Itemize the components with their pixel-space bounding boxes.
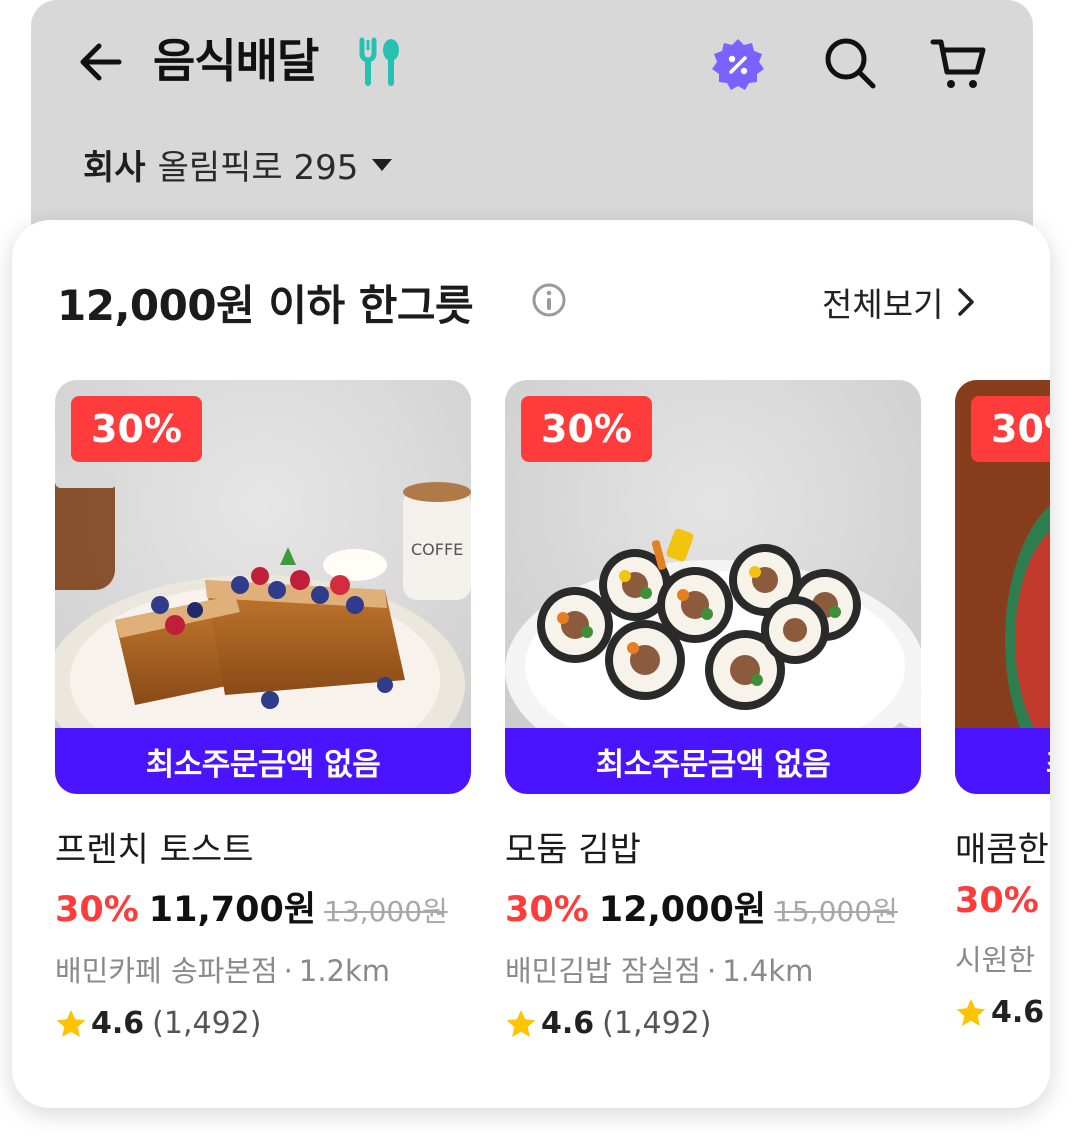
store-info: 배민김밥 잠실점 · 1.4km <box>505 948 921 990</box>
price-discount: 30% <box>55 890 139 930</box>
product-card[interactable]: 30% 최소주문금액 없음 매콤한 30% 시원한 4.6 <box>955 380 1050 1030</box>
product-name[interactable]: 모둠 김밥 <box>505 822 921 871</box>
discount-badge: 30% <box>71 396 202 462</box>
product-card[interactable]: COFFE 30% 최소주문금액 없음 프렌치 토스트 30% 11,700원 … <box>55 380 471 1041</box>
rating-score: 4.6 <box>91 1006 145 1041</box>
separator-dot: · <box>706 954 717 988</box>
product-name[interactable]: 프렌치 토스트 <box>55 822 471 871</box>
address-selector[interactable]: 회사 올림픽로 295 <box>83 140 393 189</box>
store-distance: 1.2km <box>298 954 391 988</box>
coupon-button[interactable] <box>709 36 767 94</box>
store-info: 시원한 <box>955 937 1050 979</box>
cart-icon <box>930 39 986 88</box>
product-name[interactable]: 매콤한 <box>955 822 1050 871</box>
discount-coupon-icon <box>712 39 764 90</box>
store-name: 시원한 <box>955 943 1036 977</box>
star-icon <box>956 998 986 1026</box>
price-row: 30% 11,700원 13,000원 <box>55 881 471 932</box>
back-button[interactable] <box>75 36 127 88</box>
address-label: 회사 <box>83 148 146 188</box>
min-order-banner: 최소주문금액 없음 <box>55 728 471 794</box>
min-order-banner: 최소주문금액 없음 <box>505 728 921 794</box>
rating: 4.6 (1,492) <box>55 1006 471 1041</box>
review-count: (1,492) <box>152 1006 262 1041</box>
price-row: 30% 12,000원 15,000원 <box>505 881 921 932</box>
price-row: 30% <box>955 881 1050 921</box>
product-card[interactable]: 30% 최소주문금액 없음 모둠 김밥 30% 12,000원 15,000원 … <box>505 380 921 1041</box>
product-image[interactable]: 30% 최소주문금액 없음 <box>955 380 1050 794</box>
one-bowl-section: 12,000원 이하 한그릇 전체보기 COFFE 30% 최소주문금액 없음 … <box>12 220 1050 1108</box>
rating-score: 4.6 <box>541 1006 595 1041</box>
review-count: (1,492) <box>602 1006 712 1041</box>
product-image[interactable]: COFFE 30% 최소주문금액 없음 <box>55 380 471 794</box>
rating: 4.6 <box>955 995 1050 1030</box>
price-discount: 30% <box>505 890 589 930</box>
search-button[interactable] <box>821 34 879 92</box>
chevron-right-icon <box>958 288 975 316</box>
search-icon <box>825 38 876 89</box>
separator-dot: · <box>283 954 293 988</box>
store-info: 배민카페 송파본점 · 1.2km <box>55 948 471 990</box>
rating-score: 4.6 <box>991 995 1045 1030</box>
store-name: 배민김밥 잠실점 <box>505 954 701 988</box>
utensils-icon <box>359 37 399 86</box>
price-current: 12,000원 <box>598 890 767 930</box>
min-order-banner: 최소주문금액 없음 <box>955 728 1050 794</box>
view-all-link[interactable]: 전체보기 <box>822 278 975 326</box>
back-arrow-icon <box>80 43 122 81</box>
price-original: 15,000원 <box>774 895 898 928</box>
page-title: 음식배달 <box>153 34 319 88</box>
svg-text:COFFE: COFFE <box>411 540 463 559</box>
price-discount: 30% <box>955 881 1039 921</box>
price-original: 13,000원 <box>324 895 448 928</box>
info-icon[interactable] <box>531 282 567 318</box>
discount-badge: 30% <box>521 396 652 462</box>
star-icon <box>56 1009 86 1037</box>
address-value: 올림픽로 295 <box>157 148 359 188</box>
star-icon <box>506 1009 536 1037</box>
section-title: 12,000원 이하 한그릇 <box>57 281 474 330</box>
price-current: 11,700원 <box>148 890 317 930</box>
store-distance: 1.4km <box>722 954 814 988</box>
discount-badge: 30% <box>971 396 1050 462</box>
product-image[interactable]: 30% 최소주문금액 없음 <box>505 380 921 794</box>
caret-down-icon <box>372 158 393 171</box>
view-all-label: 전체보기 <box>822 285 944 324</box>
rating: 4.6 (1,492) <box>505 1006 921 1041</box>
cart-button[interactable] <box>929 34 989 94</box>
store-name: 배민카페 송파본점 <box>55 954 278 988</box>
